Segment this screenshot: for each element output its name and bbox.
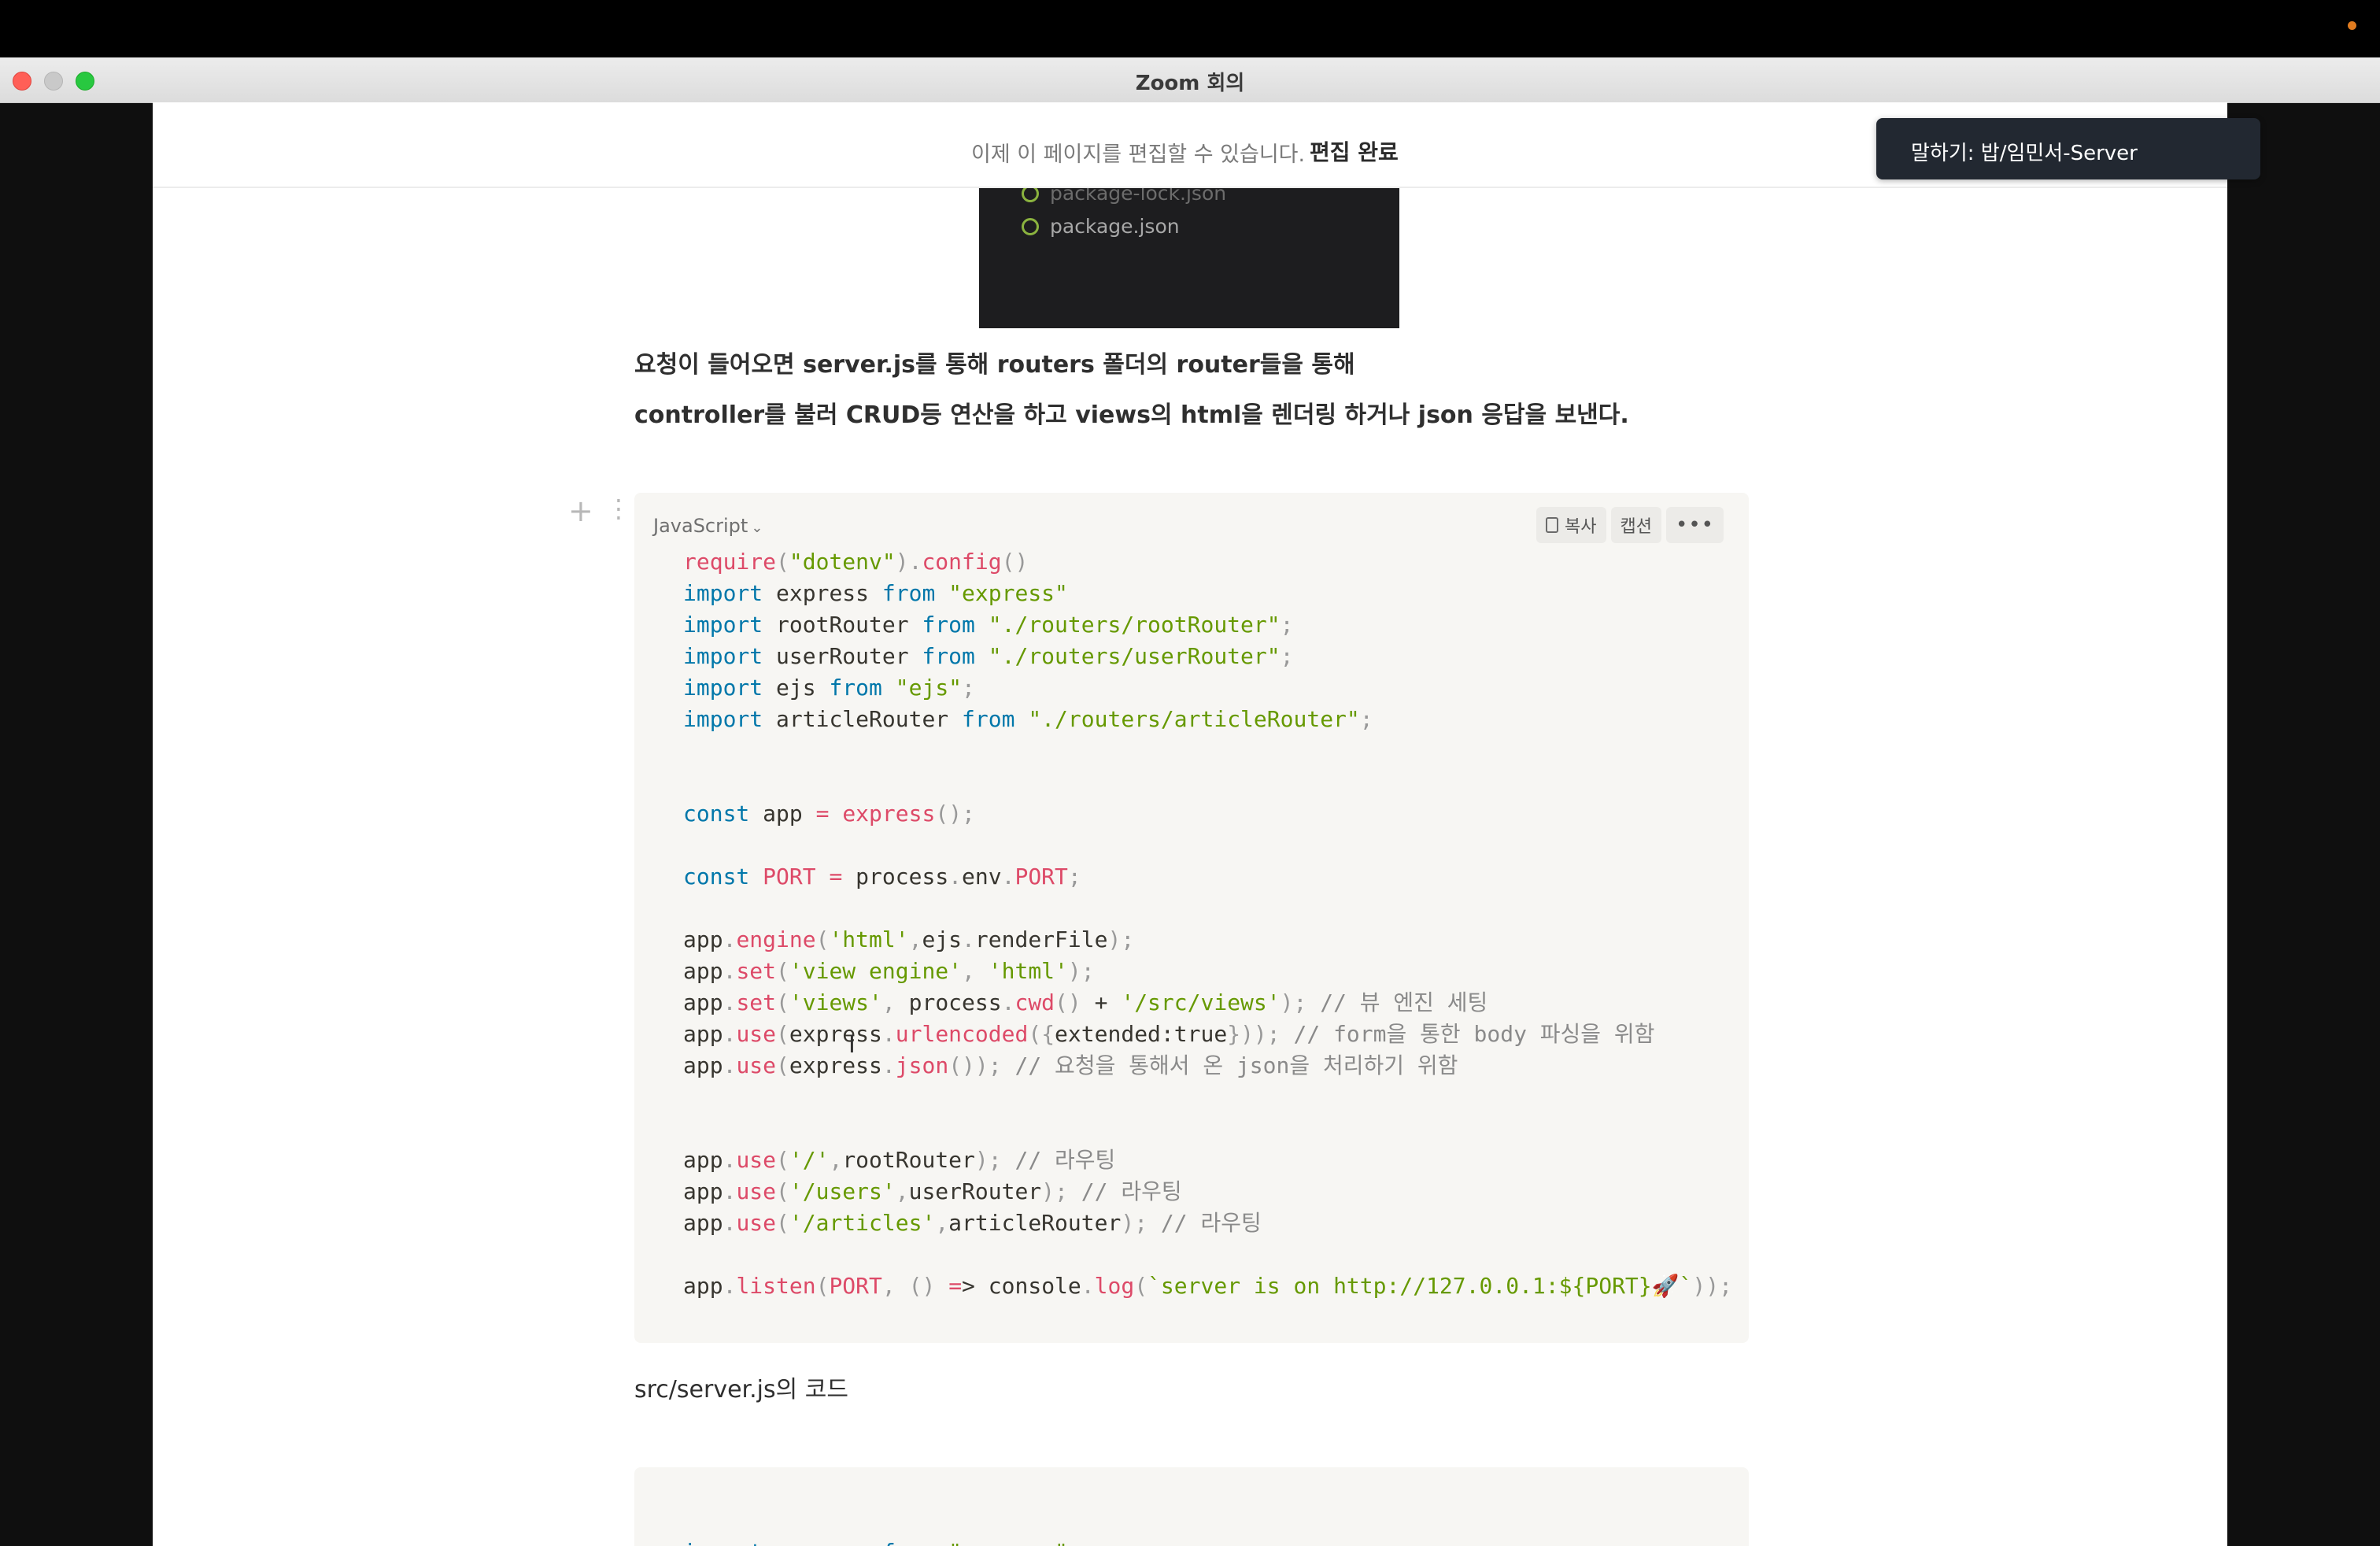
code-line[interactable]	[683, 767, 1732, 798]
add-block-icon[interactable]: +	[568, 496, 593, 526]
chevron-down-icon: ⌄	[751, 520, 763, 536]
code-caption[interactable]: src/server.js의 코드	[634, 1370, 848, 1404]
code-line[interactable]: app.use(express.json()); // 요청을 통해서 온 js…	[683, 1050, 1732, 1082]
code-block-2[interactable]: import express from "express"	[634, 1467, 1749, 1546]
code-lines[interactable]: require("dotenv").config() import express…	[683, 546, 1732, 1302]
menu-bar	[0, 0, 2380, 57]
paragraph-2[interactable]: controller를 불러 CRUD등 연산을 하고 views의 html을…	[634, 395, 1629, 430]
code-line[interactable]	[683, 1239, 1732, 1270]
more-icon: •••	[1675, 513, 1714, 537]
code-block[interactable]: JavaScript ⌄ 복사 캡션 ••• require("dotenv").…	[634, 493, 1749, 1343]
code-line[interactable]: app.set('views', process.cwd() + '/src/v…	[683, 987, 1732, 1019]
embedded-screenshot: package-lock.json package.json	[979, 188, 1399, 328]
code-line[interactable]: app.use('/users',userRouter); // 라우팅	[683, 1176, 1732, 1208]
code-line[interactable]	[683, 830, 1732, 861]
more-options-button[interactable]: •••	[1665, 507, 1724, 543]
edit-done-button[interactable]: 편집 완료	[1310, 135, 1399, 167]
file-name: package-lock.json	[1050, 188, 1227, 205]
copy-button[interactable]: 복사	[1536, 507, 1606, 543]
json-file-icon	[1022, 188, 1039, 202]
language-selector[interactable]: JavaScript ⌄	[653, 515, 763, 537]
code-line[interactable]	[683, 1113, 1732, 1145]
code-line[interactable]	[683, 735, 1732, 767]
copy-icon	[1546, 517, 1559, 533]
paragraph-1[interactable]: 요청이 들어오면 server.js를 통해 routers 폴더의 route…	[634, 345, 1355, 379]
text-cursor-icon: Ⅰ	[848, 1031, 856, 1059]
recording-indicator-icon	[2348, 21, 2356, 30]
code-line[interactable]: const app = express();	[683, 798, 1732, 830]
shared-screen-page: 이제 이 페이지를 편집할 수 있습니다. 편집 완료 package-lock…	[153, 102, 2227, 1546]
code-line[interactable]: app.use('/articles',articleRouter); // 라…	[683, 1208, 1732, 1239]
code-line[interactable]: require("dotenv").config()	[683, 546, 1732, 578]
code-lines[interactable]: import express from "express"	[683, 1537, 1068, 1546]
edit-banner-message: 이제 이 페이지를 편집할 수 있습니다.	[971, 142, 1306, 167]
copy-label: 복사	[1565, 517, 1597, 537]
code-line[interactable]: app.use(express.urlencoded({extended:tru…	[683, 1019, 1732, 1050]
json-file-icon	[1022, 218, 1039, 235]
file-tree-item-faded: package-lock.json	[1022, 188, 1227, 205]
code-line[interactable]	[683, 893, 1732, 924]
code-line[interactable]: const PORT = process.env.PORT;	[683, 861, 1732, 893]
code-line[interactable]: app.use('/',rootRouter); // 라우팅	[683, 1145, 1732, 1176]
code-line[interactable]: import rootRouter from "./routers/rootRo…	[683, 609, 1732, 641]
caption-button[interactable]: 캡션	[1610, 507, 1661, 543]
language-label: JavaScript	[653, 515, 748, 537]
code-line[interactable]: app.listen(PORT, () => console.log(`serv…	[683, 1270, 1732, 1302]
code-line[interactable]: import userRouter from "./routers/userRo…	[683, 641, 1732, 672]
code-line[interactable]: import ejs from "ejs";	[683, 672, 1732, 704]
code-line[interactable]	[683, 1082, 1732, 1113]
code-line[interactable]: import express from "express"	[683, 1537, 1068, 1546]
code-toolbar: 복사 캡션 •••	[1536, 507, 1724, 545]
speaker-label: 말하기: 밥/임민서-Server	[1911, 142, 2138, 165]
window-titlebar: Zoom 회의	[0, 57, 2380, 103]
caption-label: 캡션	[1620, 517, 1652, 537]
speaker-indicator: 말하기: 밥/임민서-Server	[1876, 118, 2260, 179]
code-line[interactable]: import express from "express"	[683, 578, 1732, 609]
window-title: Zoom 회의	[1135, 72, 1245, 95]
code-line[interactable]: app.engine('html',ejs.renderFile);	[683, 924, 1732, 956]
file-name: package.json	[1050, 215, 1180, 238]
code-line[interactable]: app.set('view engine', 'html');	[683, 956, 1732, 987]
file-tree-item: package.json	[1022, 215, 1180, 238]
code-line[interactable]: import articleRouter from "./routers/art…	[683, 704, 1732, 735]
